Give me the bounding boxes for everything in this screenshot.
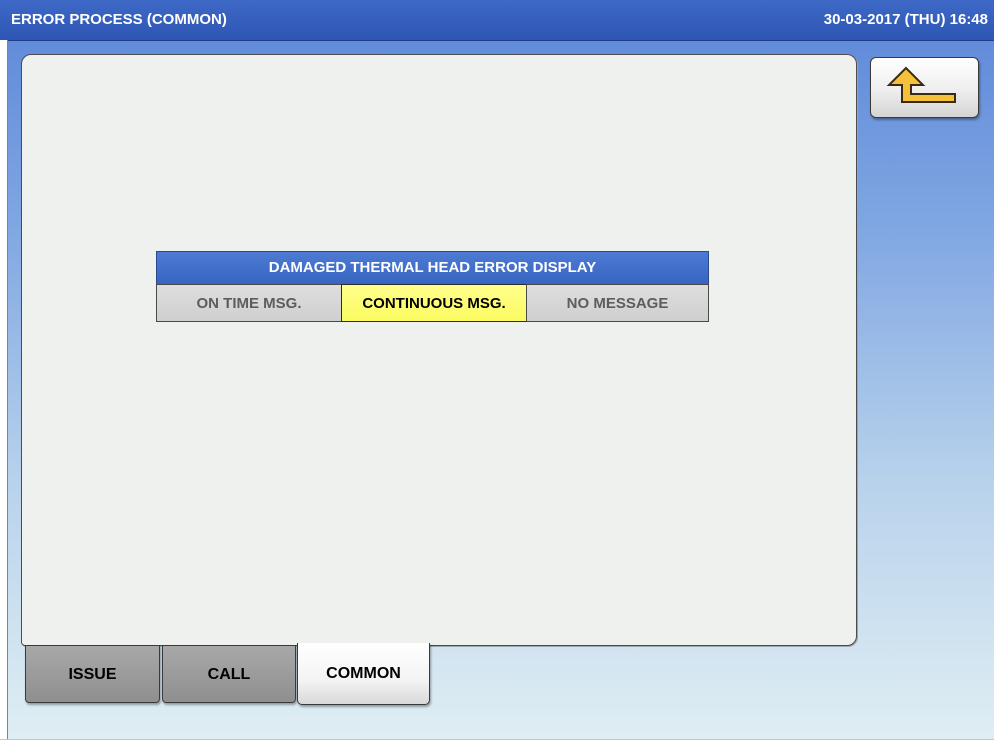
back-button[interactable] (870, 57, 979, 118)
option-on-time-msg[interactable]: ON TIME MSG. (156, 284, 342, 322)
datetime-display: 30-03-2017 (THU) 16:48 (823, 11, 988, 28)
screen: ERROR PROCESS (COMMON) 30-03-2017 (THU) … (0, 0, 994, 740)
left-edge-divider (7, 40, 8, 740)
option-no-message[interactable]: NO MESSAGE (526, 284, 709, 322)
return-arrow-icon (886, 66, 956, 103)
main-panel (21, 54, 857, 646)
thermal-head-error-setting: DAMAGED THERMAL HEAD ERROR DISPLAY ON TI… (156, 251, 709, 324)
option-continuous-msg[interactable]: CONTINUOUS MSG. (341, 284, 527, 322)
window-title: ERROR PROCESS (COMMON) (11, 11, 227, 28)
setting-header: DAMAGED THERMAL HEAD ERROR DISPLAY (156, 251, 709, 285)
tab-call[interactable]: CALL (162, 645, 296, 703)
tab-issue[interactable]: ISSUE (25, 645, 160, 703)
title-bar: ERROR PROCESS (COMMON) 30-03-2017 (THU) … (0, 0, 994, 41)
tab-common[interactable]: COMMON (297, 643, 430, 705)
